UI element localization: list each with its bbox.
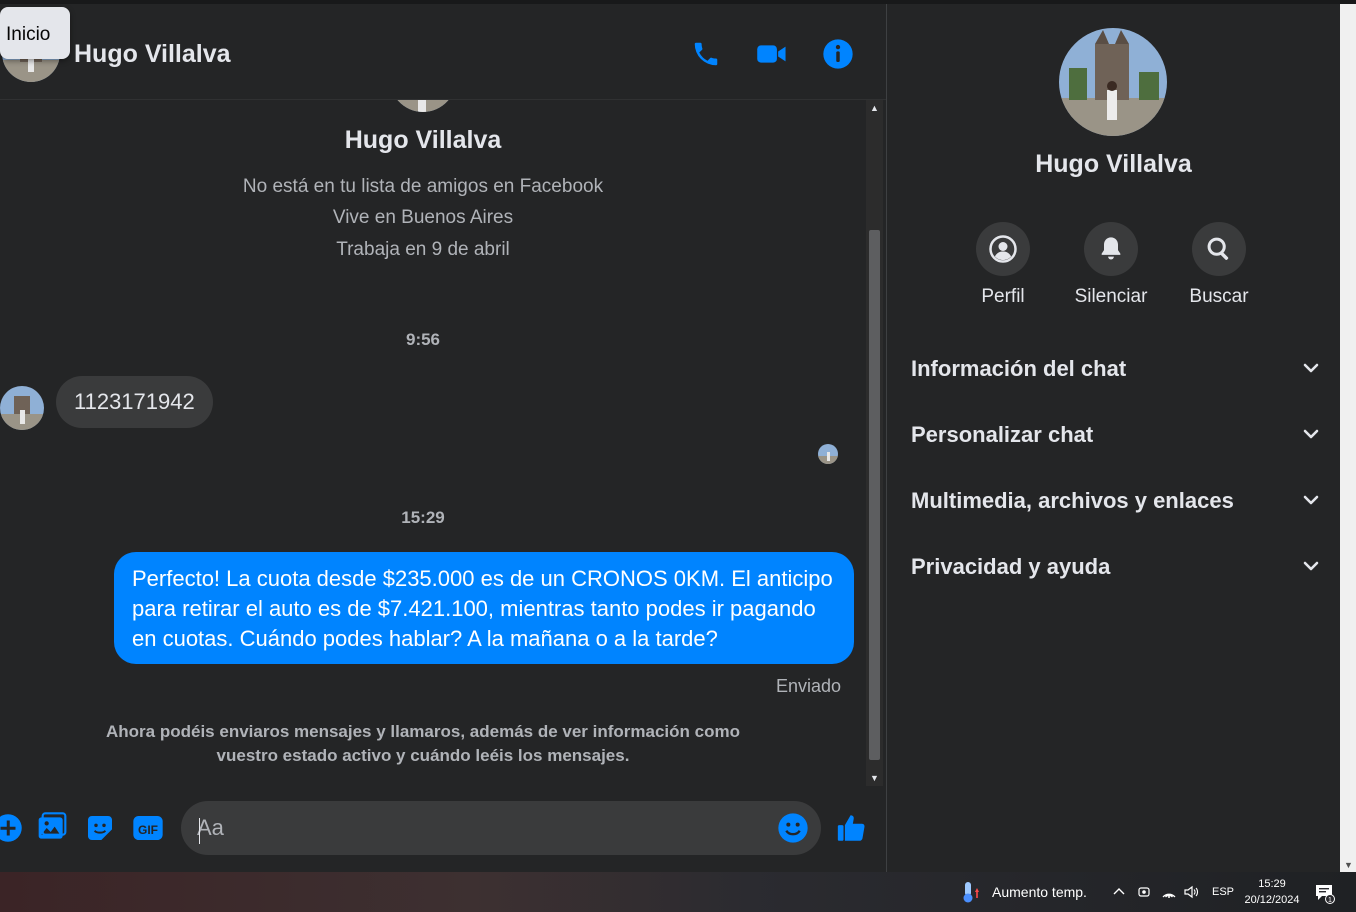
search-action[interactable]: Buscar (1164, 222, 1274, 308)
chat-column: Hugo Villalva Hugo Villalva No está en t… (0, 4, 886, 872)
chevron-down-icon (1303, 561, 1319, 571)
text-cursor (199, 818, 200, 844)
conversation-details-panel: Hugo Villalva Perfil Silenciar Buscar In… (887, 4, 1340, 872)
plus-icon (0, 814, 22, 842)
search-icon (1207, 237, 1229, 260)
outgoing-message-bubble[interactable]: Perfecto! La cuota desde $235.000 es de … (114, 552, 854, 664)
clock-time: 15:29 (1258, 878, 1286, 890)
message-timestamp: 9:56 (405, 330, 441, 349)
chevron-up-icon (1113, 888, 1125, 895)
thermometer-icon (963, 882, 979, 903)
windows-taskbar: Aumento temp. ESP 15:29 20/12/2024 1 (0, 872, 1356, 912)
volume-button[interactable] (1183, 872, 1199, 912)
wifi-icon (1162, 893, 1176, 898)
profile-icon (989, 235, 1017, 263)
gif-button[interactable]: GIF (130, 810, 166, 846)
message-status: Enviado (776, 676, 842, 696)
section-privacy-help[interactable]: Privacidad y ayuda (911, 546, 1321, 586)
profile-friend-status: No está en tu lista de amigos en Faceboo… (242, 176, 604, 197)
weather-widget[interactable]: Aumento temp. (958, 872, 1087, 912)
video-call-button[interactable] (752, 34, 792, 74)
video-camera-icon (757, 45, 786, 63)
clock-date: 20/12/2024 (1244, 894, 1300, 906)
message-scrollbar[interactable]: ▲ ▼ (866, 100, 883, 786)
profile-action-label: Perfil (981, 286, 1025, 307)
call-button[interactable] (686, 34, 726, 74)
sticker-button[interactable] (82, 810, 118, 846)
section-chat-info[interactable]: Información del chat (911, 348, 1321, 388)
window-scrollbar[interactable]: ▼ (1340, 4, 1356, 872)
chevron-down-icon (1303, 363, 1319, 373)
profile-location: Vive en Buenos Aires (332, 207, 514, 228)
mute-action-label: Silenciar (1074, 286, 1148, 307)
photo-icon (38, 812, 67, 839)
message-list[interactable]: Hugo Villalva No está en tu lista de ami… (0, 100, 866, 786)
wifi-button[interactable] (1161, 872, 1177, 912)
like-icon (837, 815, 865, 841)
like-button[interactable] (834, 810, 870, 846)
speaker-icon (1184, 885, 1199, 899)
profile-action-button[interactable] (976, 222, 1030, 276)
mute-action-button[interactable] (1084, 222, 1138, 276)
section-label: Personalizar chat (911, 422, 1094, 447)
section-label: Multimedia, archivos y enlaces (911, 488, 1234, 513)
home-tooltip: Inicio (0, 7, 70, 59)
language-label: ESP (1212, 886, 1235, 898)
section-customize-chat[interactable]: Personalizar chat (911, 414, 1321, 454)
message-composer: GIF (0, 786, 886, 872)
emoji-button[interactable] (777, 812, 809, 844)
incoming-message-bubble[interactable]: 1123171942 (56, 376, 213, 428)
scroll-down-arrow-icon[interactable]: ▼ (866, 770, 883, 786)
chat-header: Hugo Villalva (0, 4, 886, 100)
scroll-thumb[interactable] (869, 230, 880, 760)
profile-avatar-large (388, 100, 458, 112)
window-scroll-down-icon[interactable]: ▼ (1344, 860, 1353, 870)
messenger-window: Hugo Villalva Hugo Villalva No está en t… (0, 0, 1356, 912)
section-media-files-links[interactable]: Multimedia, archivos y enlaces (911, 480, 1321, 520)
profile-work: Trabaja en 9 de abril (336, 239, 510, 260)
message-input[interactable] (197, 801, 757, 855)
message-timestamp: 15:29 (401, 508, 445, 527)
profile-name: Hugo Villalva (344, 126, 502, 154)
emoji-icon (778, 813, 808, 843)
sticker-icon (88, 816, 112, 840)
camera-icon (1138, 887, 1150, 897)
svg-text:GIF: GIF (138, 823, 158, 837)
meet-now-button[interactable] (1137, 872, 1151, 912)
info-icon (823, 39, 853, 69)
panel-contact-name: Hugo Villalva (1035, 150, 1192, 178)
message-input-container[interactable] (181, 801, 821, 855)
attach-photo-button[interactable] (34, 810, 70, 846)
seen-indicator-avatar (818, 444, 838, 464)
mute-action[interactable]: Silenciar (1056, 222, 1166, 308)
section-label: Información del chat (911, 356, 1127, 381)
language-indicator[interactable]: ESP (1212, 872, 1234, 912)
phone-icon (694, 42, 718, 66)
gif-icon: GIF (133, 816, 163, 840)
tray-overflow-button[interactable] (1112, 872, 1126, 912)
info-button[interactable] (818, 34, 858, 74)
scroll-up-arrow-icon[interactable]: ▲ (866, 100, 883, 116)
search-action-label: Buscar (1189, 286, 1249, 307)
notification-icon: 1 (1316, 885, 1335, 904)
sender-avatar[interactable] (0, 386, 44, 430)
bell-icon (1101, 237, 1121, 260)
chevron-down-icon (1303, 495, 1319, 505)
search-action-button[interactable] (1192, 222, 1246, 276)
profile-action[interactable]: Perfil (948, 222, 1058, 308)
panel-avatar[interactable] (1059, 28, 1167, 136)
weather-text: Aumento temp. (992, 884, 1087, 900)
connection-notice: Ahora podéis enviaros mensajes y llamaro… (106, 722, 740, 765)
notification-center-button[interactable]: 1 (1314, 882, 1336, 904)
notification-count: 1 (1328, 897, 1332, 904)
contact-name[interactable]: Hugo Villalva (74, 40, 231, 69)
chevron-down-icon (1303, 429, 1319, 439)
more-actions-button[interactable] (0, 810, 26, 846)
section-label: Privacidad y ayuda (911, 554, 1111, 579)
system-clock[interactable]: 15:29 20/12/2024 (1236, 876, 1308, 908)
